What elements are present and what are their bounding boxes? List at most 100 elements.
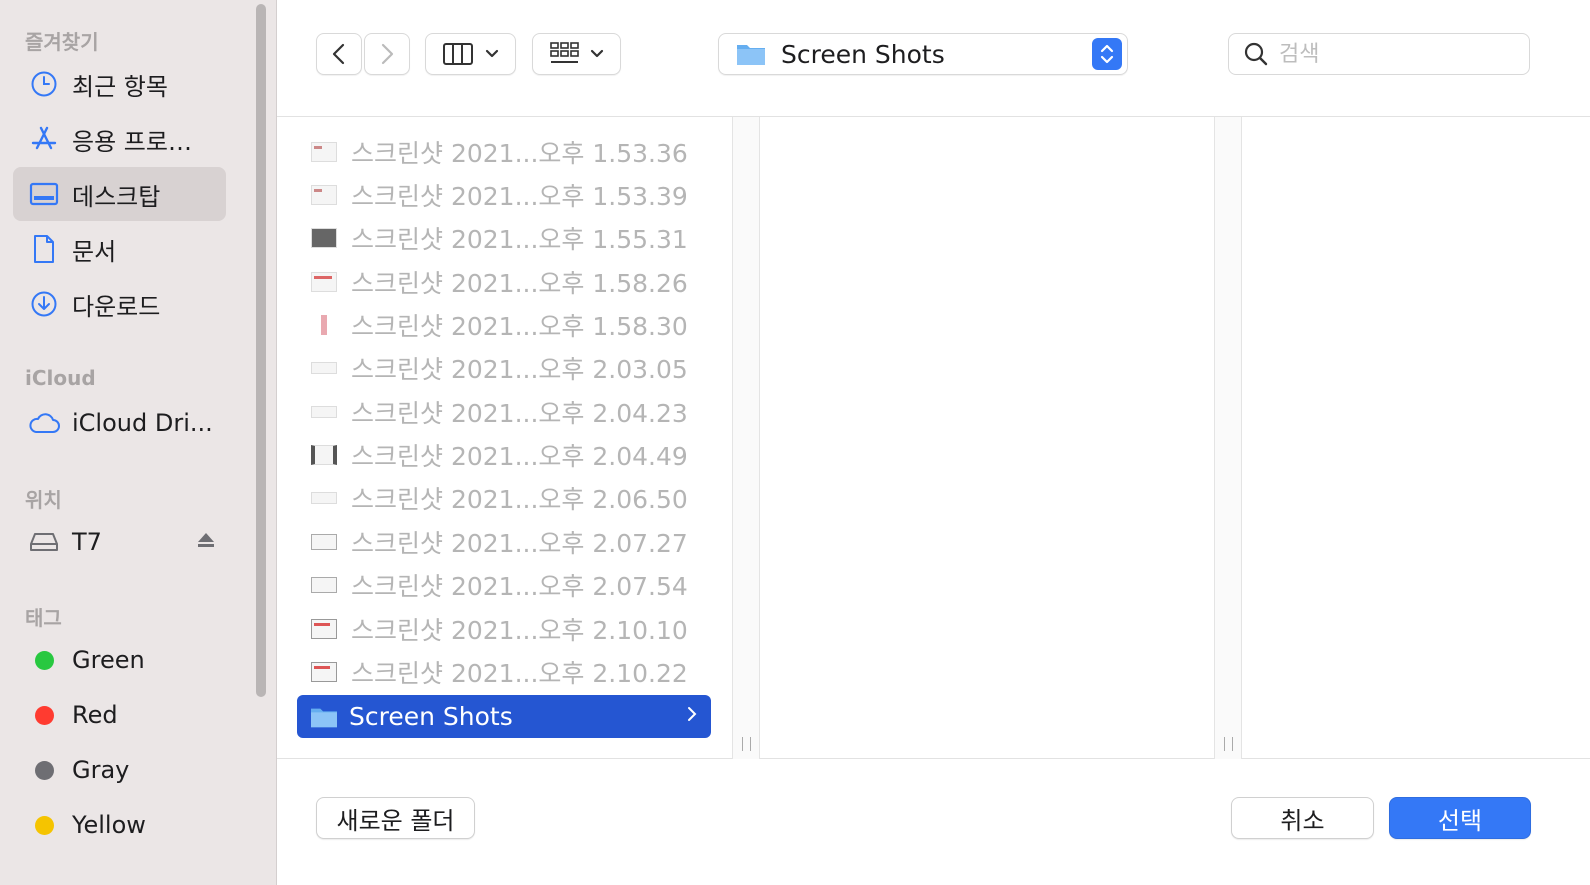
folder-row-selected[interactable]: Screen Shots (297, 695, 711, 738)
forward-button[interactable] (364, 33, 410, 75)
file-row[interactable]: 스크린샷 2021...오후 1.53.36 (297, 130, 711, 173)
file-name: 스크린샷 2021...오후 2.10.10 (351, 615, 688, 645)
tag-dot-green-icon (35, 650, 54, 670)
thumbnail-icon (311, 405, 337, 418)
sidebar-scrollbar[interactable] (254, 0, 268, 700)
folder-icon (311, 708, 337, 727)
location-popup[interactable]: Screen Shots (718, 33, 1128, 75)
file-name: 스크린샷 2021...오후 1.55.31 (351, 224, 688, 254)
search-input[interactable] (1279, 41, 1509, 67)
thumbnail-icon (311, 141, 337, 162)
cloud-icon (26, 405, 62, 441)
new-folder-button[interactable]: 새로운 폴더 (316, 797, 475, 839)
file-row[interactable]: 스크린샷 2021...오후 2.06.50 (297, 476, 711, 519)
sidebar-item-label: 데스크탑 (72, 182, 161, 211)
column-divider[interactable] (1214, 117, 1242, 759)
file-name: 스크린샷 2021...오후 2.04.49 (351, 441, 688, 471)
file-name: 스크린샷 2021...오후 2.04.23 (351, 398, 688, 428)
sidebar-item-label: 문서 (72, 237, 117, 266)
tags-heading: 태그 (25, 606, 62, 630)
search-field[interactable] (1228, 33, 1530, 75)
app-store-icon (26, 121, 62, 157)
chevron-right-icon (687, 706, 697, 727)
search-icon (1244, 42, 1268, 66)
file-row[interactable]: 스크린샷 2021...오후 1.55.31 (297, 216, 711, 259)
thumbnail-icon (311, 361, 337, 374)
thumbnail-icon (311, 661, 337, 682)
thumbnail-icon (311, 618, 337, 639)
resize-grip-icon[interactable] (742, 737, 751, 751)
file-name: 스크린샷 2021...오후 2.03.05 (351, 354, 688, 384)
file-name: 스크린샷 2021...오후 2.07.27 (351, 528, 688, 558)
sidebar-item-documents[interactable]: 문서 (13, 222, 226, 276)
chevron-down-icon (485, 49, 498, 58)
tag-dot-yellow-icon (35, 815, 54, 835)
file-row[interactable]: 스크린샷 2021...오후 2.10.10 (297, 607, 711, 650)
chevron-left-icon (332, 43, 345, 65)
folder-name: Screen Shots (349, 702, 513, 731)
tag-label: Yellow (72, 811, 146, 839)
eject-icon[interactable] (196, 531, 218, 553)
sidebar-item-downloads[interactable]: 다운로드 (13, 277, 226, 331)
grid-group-icon (549, 42, 579, 63)
thumbnail-icon (311, 576, 337, 593)
document-icon (26, 231, 62, 267)
cancel-button[interactable]: 취소 (1231, 797, 1374, 839)
thumbnail-icon (311, 184, 337, 205)
columns-view-icon (442, 43, 473, 65)
file-name: 스크린샷 2021...오후 1.53.39 (351, 181, 688, 211)
resize-grip-icon[interactable] (1224, 737, 1233, 751)
file-column: 스크린샷 2021...오후 1.53.36 스크린샷 2021...오후 1.… (277, 117, 733, 759)
thumbnail-icon (311, 444, 337, 465)
file-row[interactable]: 스크린샷 2021...오후 2.03.05 (297, 346, 711, 389)
sidebar-tag-gray[interactable]: Gray (13, 743, 226, 797)
favorites-heading: 즐겨찾기 (25, 30, 99, 54)
file-name: 스크린샷 2021...오후 1.58.30 (351, 311, 688, 341)
group-button[interactable] (532, 33, 621, 75)
sidebar-item-desktop[interactable]: 데스크탑 (13, 167, 226, 221)
file-row[interactable]: 스크린샷 2021...오후 2.10.22 (297, 650, 711, 693)
choose-button[interactable]: 선택 (1389, 797, 1531, 839)
file-row[interactable]: 스크린샷 2021...오후 2.04.23 (297, 390, 711, 433)
sidebar-tag-green[interactable]: Green (13, 633, 226, 687)
sidebar-item-label: 최근 항목 (72, 72, 168, 101)
sidebar-item-label: 응용 프로… (72, 127, 192, 156)
file-name: 스크린샷 2021...오후 2.06.50 (351, 484, 688, 514)
file-row[interactable]: 스크린샷 2021...오후 1.58.30 (297, 303, 711, 346)
file-name: 스크린샷 2021...오후 1.53.36 (351, 138, 688, 168)
scrollbar-thumb[interactable] (256, 4, 266, 697)
chevron-right-icon (381, 43, 394, 65)
sidebar-tag-yellow[interactable]: Yellow (13, 798, 226, 852)
tag-label: Gray (72, 756, 130, 784)
sidebar-item-label: 다운로드 (72, 292, 161, 321)
thumbnail-icon (321, 314, 327, 335)
locations-heading: 위치 (25, 488, 62, 512)
sidebar-item-applications[interactable]: 응용 프로… (13, 112, 226, 166)
file-row[interactable]: 스크린샷 2021...오후 1.58.26 (297, 260, 711, 303)
sidebar-tag-red[interactable]: Red (13, 688, 226, 742)
file-row[interactable]: 스크린샷 2021...오후 1.53.39 (297, 173, 711, 216)
sidebar-item-label: iCloud Dri... (72, 409, 213, 437)
tag-dot-gray-icon (35, 760, 54, 780)
file-row[interactable]: 스크린샷 2021...오후 2.07.27 (297, 520, 711, 563)
file-row[interactable]: 스크린샷 2021...오후 2.04.49 (297, 433, 711, 476)
sidebar-item-icloud-drive[interactable]: iCloud Dri... (13, 396, 226, 450)
file-row[interactable]: 스크린샷 2021...오후 2.07.54 (297, 563, 711, 606)
desktop-icon (26, 176, 62, 212)
view-mode-button[interactable] (425, 33, 516, 75)
back-button[interactable] (316, 33, 362, 75)
chevron-down-icon (590, 49, 603, 58)
sidebar: 즐겨찾기 최근 항목 응용 프로… 데스크탑 문서 다운로드 iCloud iC… (0, 0, 277, 885)
sidebar-item-t7[interactable]: T7 (13, 515, 226, 569)
file-name: 스크린샷 2021...오후 2.07.54 (351, 571, 688, 601)
column-browser: 스크린샷 2021...오후 1.53.36 스크린샷 2021...오후 1.… (277, 117, 1590, 759)
clock-icon (26, 66, 62, 102)
column-divider[interactable] (732, 117, 760, 759)
sidebar-item-recents[interactable]: 최근 항목 (13, 57, 226, 111)
thumbnail-icon (311, 271, 337, 292)
tag-dot-red-icon (35, 705, 54, 725)
download-icon (26, 286, 62, 322)
bottom-bar: 새로운 폴더 취소 선택 (277, 759, 1590, 885)
drive-icon (26, 524, 62, 560)
folder-icon (737, 45, 765, 65)
